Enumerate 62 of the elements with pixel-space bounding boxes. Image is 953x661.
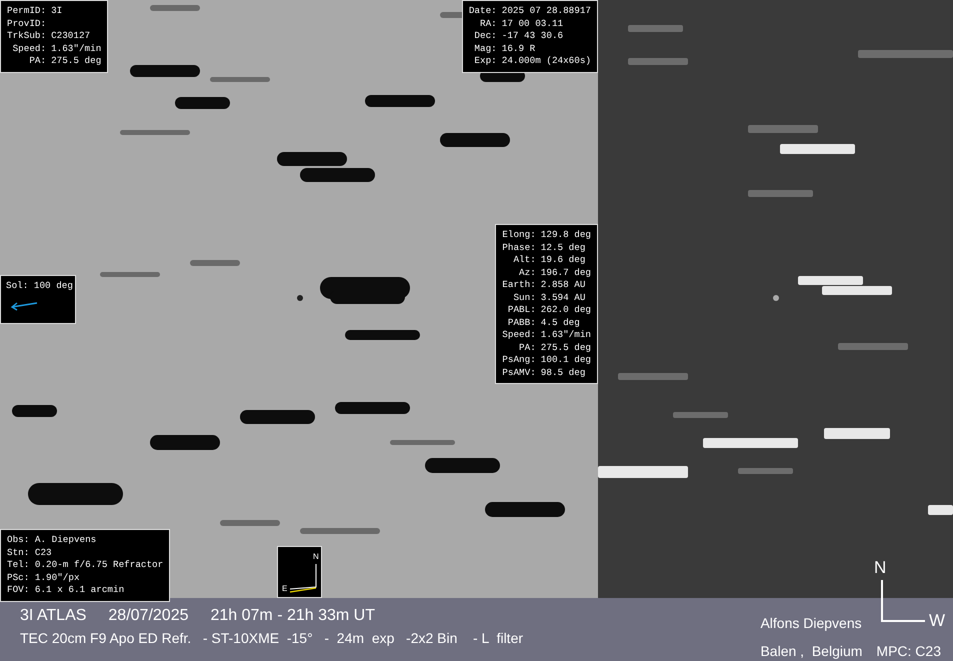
field-label: Speed: (12, 42, 46, 55)
date-text: 28/07/2025 (108, 606, 188, 626)
field-value: 129.8 deg (540, 229, 591, 242)
object-name: 3I ATLAS (20, 606, 86, 626)
field-value: 3I (51, 5, 64, 18)
field-value: 16.9 R (502, 42, 536, 55)
compass-west-label: W (929, 611, 946, 631)
field-value: 100.1 deg (540, 354, 591, 366)
field-label: Alt: (512, 254, 536, 266)
field-value: 262.0 deg (540, 304, 591, 316)
field-value: 275.5 deg (540, 342, 591, 354)
observer-info-text: Stn: C23 (7, 546, 53, 559)
compass-north-label: N (313, 552, 319, 561)
field-value: 4.5 deg (540, 316, 581, 329)
field-label: Mag: (473, 42, 497, 55)
field-label: Earth: (502, 279, 536, 292)
arrow-icon (10, 300, 38, 310)
field-value: 3.594 AU (540, 292, 586, 304)
field-value: -17 43 30.6 (502, 30, 564, 42)
field-label: Elong: (502, 229, 536, 242)
location-text: Balen , Belgium (760, 642, 862, 661)
field-label: Phase: (502, 242, 536, 254)
observer-info-text: FOV: 6.1 x 6.1 arcmin (7, 584, 126, 596)
equipment-text: TEC 20cm F9 Apo ED Refr. - ST-10XME -15° - 24m exp -2x2 Bin - L filter (20, 629, 524, 648)
field-value: 275.5 deg (51, 55, 102, 68)
field-label: PsAMV: (502, 366, 536, 379)
field-label: Speed: (502, 329, 536, 342)
field-value: 1.63"/min (540, 329, 591, 342)
compass-east-label: E (282, 584, 288, 593)
field-value: 2.858 AU (540, 279, 586, 292)
field-label: PABL: (506, 304, 536, 316)
observer-info-text: Tel: 0.20-m f/6.75 Refractor (7, 559, 164, 572)
field-label: Date: (468, 5, 497, 18)
field-label: Dec: (473, 30, 497, 42)
observer-info-text: Obs: A. Diepvens (7, 534, 98, 546)
field-label: PA: (28, 55, 46, 68)
sun-angle-text: Sol: 100 deg (6, 280, 70, 292)
field-value: 19.6 deg (540, 254, 586, 266)
time-range-text: 21h 07m - 21h 33m UT (210, 606, 376, 626)
field-label: Az: (518, 266, 536, 279)
field-label: PA: (518, 342, 536, 354)
compass-north-label: N (874, 558, 886, 578)
compass-lines-icon (881, 580, 925, 622)
field-label: PermID: (7, 5, 46, 18)
field-label: Sun: (512, 292, 536, 304)
field-value: 17 00 03.11 (502, 18, 564, 30)
field-label: Exp: (473, 55, 497, 68)
field-label: PABB: (506, 316, 536, 329)
field-value: 196.7 deg (540, 266, 591, 279)
observatory-code: MPC: C23 (876, 642, 941, 661)
field-value: C230127 (51, 30, 92, 42)
field-value: 24.000m (24x60s) (502, 55, 591, 68)
field-value: 2025 07 28.88917 (502, 5, 591, 18)
field-label: ProvID: (7, 18, 46, 30)
field-label: RA: (478, 18, 497, 30)
author-name: Alfons Diepvens (760, 614, 862, 632)
field-value: 1.63"/min (51, 42, 102, 55)
field-value: 12.5 deg (540, 242, 586, 254)
field-value: 98.5 deg (540, 366, 586, 379)
field-label: TrkSub: (7, 30, 46, 42)
field-label: PsAng: (502, 354, 536, 366)
observer-info-text: PSc: 1.90"/px (7, 572, 81, 584)
